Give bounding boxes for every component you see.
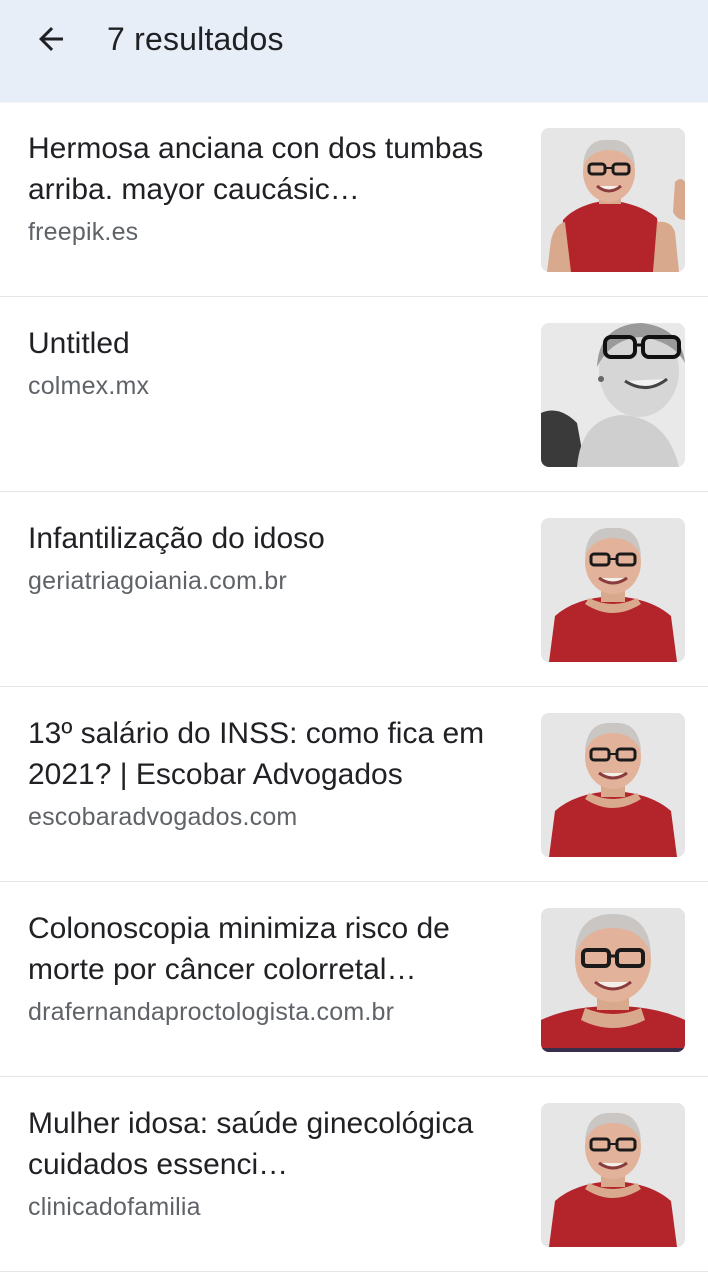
elderly-woman-thumbs-up-image [541,128,685,272]
result-thumbnail[interactable] [541,128,685,272]
elderly-woman-image [541,713,685,857]
arrow-left-icon [39,27,63,51]
result-thumbnail[interactable] [541,1103,685,1247]
results-header: 7 resultados [0,0,708,102]
result-item[interactable]: Mulher idosa: saúde ginecológica cuidado… [0,1077,708,1272]
result-thumbnail[interactable] [541,518,685,662]
elderly-woman-image [541,518,685,662]
result-title[interactable]: Infantilização do idoso [28,518,518,559]
back-button[interactable] [26,16,76,62]
elderly-woman-closeup-image [541,908,685,1052]
result-source: drafernandaproctologista.com.br [28,998,395,1026]
result-item[interactable]: Hermosa anciana con dos tumbas arriba. m… [0,102,708,297]
result-item[interactable]: Infantilização do idoso geriatriagoiania… [0,492,708,687]
result-source: clinicadofamilia [28,1193,201,1221]
result-source: geriatriagoiania.com.br [28,567,287,595]
result-title[interactable]: Mulher idosa: saúde ginecológica cuidado… [28,1103,518,1185]
result-title[interactable]: 13º salário do INSS: como fica em 2021? … [28,713,518,795]
result-source: escobaradvogados.com [28,803,298,831]
elderly-woman-bw-image [541,323,685,467]
result-source: freepik.es [28,218,139,246]
results-list: Hermosa anciana con dos tumbas arriba. m… [0,102,708,1272]
elderly-woman-image [541,1103,685,1247]
result-title[interactable]: Hermosa anciana con dos tumbas arriba. m… [28,128,518,210]
results-count-title: 7 resultados [107,21,284,57]
result-thumbnail[interactable] [541,323,685,467]
result-thumbnail[interactable] [541,908,685,1052]
result-title[interactable]: Untitled [28,323,518,364]
result-item[interactable]: Untitled colmex.mx [0,297,708,492]
result-item[interactable]: 13º salário do INSS: como fica em 2021? … [0,687,708,882]
result-item[interactable]: Colonoscopia minimiza risco de morte por… [0,882,708,1077]
result-thumbnail[interactable] [541,713,685,857]
result-title[interactable]: Colonoscopia minimiza risco de morte por… [28,908,518,990]
result-source: colmex.mx [28,372,150,400]
